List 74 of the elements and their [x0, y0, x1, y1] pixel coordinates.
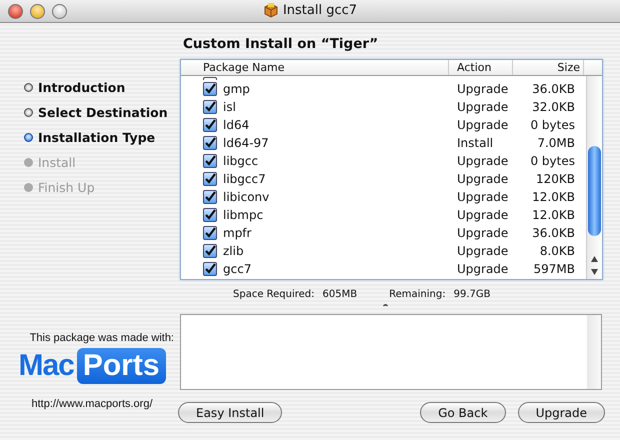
- package-icon: [262, 2, 279, 18]
- size-cell-text: 7.0MB: [536, 136, 576, 150]
- step-label: Finish Up: [38, 180, 95, 195]
- size-cell-text: 32.0KB: [531, 100, 576, 114]
- package-name: mpfr: [223, 226, 252, 240]
- package-name: isl: [223, 100, 236, 114]
- action-cell-text: Upgrade: [456, 100, 510, 114]
- action-cell-text: Install: [456, 136, 494, 150]
- package-checkbox[interactable]: [203, 100, 217, 114]
- package-name: ld64: [223, 118, 250, 132]
- go-back-button[interactable]: Go Back: [420, 402, 506, 423]
- window-title: Install gcc7: [282, 2, 358, 18]
- branding-caption: This package was made with:: [30, 332, 174, 344]
- package-checkbox[interactable]: [203, 82, 217, 96]
- scroll-down-icon[interactable]: [591, 269, 598, 275]
- package-checkbox[interactable]: [203, 190, 217, 204]
- vertical-scrollbar[interactable]: [586, 76, 602, 279]
- size-cell-text: 597MB: [532, 262, 576, 276]
- scroll-thumb[interactable]: [588, 146, 601, 236]
- minimize-button[interactable]: [30, 4, 45, 18]
- size-cell-text: 0 bytes: [529, 118, 576, 132]
- url-text: http://www.macports.org/: [31, 398, 153, 410]
- upgrade-button[interactable]: Upgrade: [518, 402, 605, 423]
- action-cell-text: Upgrade: [456, 262, 510, 276]
- step-label: Introduction: [38, 80, 126, 95]
- action-cell-text: Upgrade: [456, 208, 510, 222]
- action-cell-text: Upgrade: [456, 118, 510, 132]
- package-name: ld64-97: [223, 136, 269, 150]
- package-checkbox[interactable]: [203, 118, 217, 132]
- package-checkbox[interactable]: [203, 208, 217, 222]
- step-label: Installation Type: [38, 130, 156, 145]
- space-required-label: Space Required:: [233, 289, 315, 300]
- step-label: Install: [38, 155, 76, 170]
- size-cell-text: 36.0KB: [531, 82, 576, 96]
- size-cell-text: 120KB: [534, 172, 576, 186]
- logo-text: Mac: [18, 349, 74, 383]
- size-cell-text: 12.0KB: [531, 208, 576, 222]
- package-name: gmp: [223, 82, 250, 96]
- column-header[interactable]: Size: [513, 60, 584, 75]
- remaining-label: Remaining:: [389, 289, 446, 300]
- remaining-value: 99.7GB: [454, 289, 490, 300]
- page-heading: Custom Install on “Tiger”: [182, 35, 380, 54]
- close-button[interactable]: [8, 4, 23, 18]
- package-checkbox[interactable]: [203, 136, 217, 150]
- package-name: libgcc: [223, 154, 258, 168]
- action-cell-text: Upgrade: [456, 172, 510, 186]
- package-checkbox[interactable]: [203, 226, 217, 240]
- package-name: libgcc7: [223, 172, 266, 186]
- size-cell-text: 36.0KB: [531, 226, 576, 240]
- zoom-button[interactable]: [52, 4, 67, 18]
- column-header[interactable]: Package Name: [181, 60, 449, 75]
- size-cell-text: 12.0KB: [531, 190, 576, 204]
- action-cell-text: Upgrade: [456, 244, 510, 258]
- column-header[interactable]: Action: [449, 60, 513, 75]
- package-checkbox[interactable]: [203, 244, 217, 258]
- package-checkbox[interactable]: [203, 154, 217, 168]
- easy-install-button[interactable]: Easy Install: [178, 402, 282, 423]
- action-cell-text: Upgrade: [456, 82, 510, 96]
- package-name: libmpc: [223, 208, 264, 222]
- package-name: libiconv: [223, 190, 270, 204]
- package-checkbox[interactable]: [203, 172, 217, 186]
- action-cell-text: Upgrade: [456, 190, 510, 204]
- split-handle-icon[interactable]: [383, 304, 388, 309]
- action-cell-text: Upgrade: [456, 226, 510, 240]
- step-label: Select Destination: [38, 105, 168, 120]
- scroll-up-icon[interactable]: [591, 256, 598, 262]
- package-name: gcc7: [223, 262, 252, 276]
- size-cell-text: 8.0KB: [538, 244, 576, 258]
- package-name: zlib: [223, 244, 244, 258]
- space-required-value: 605MB: [322, 289, 358, 300]
- size-cell-text: 0 bytes: [529, 154, 576, 168]
- logo-badge: Ports: [76, 348, 166, 384]
- package-checkbox[interactable]: [203, 262, 217, 276]
- action-cell-text: Upgrade: [456, 154, 510, 168]
